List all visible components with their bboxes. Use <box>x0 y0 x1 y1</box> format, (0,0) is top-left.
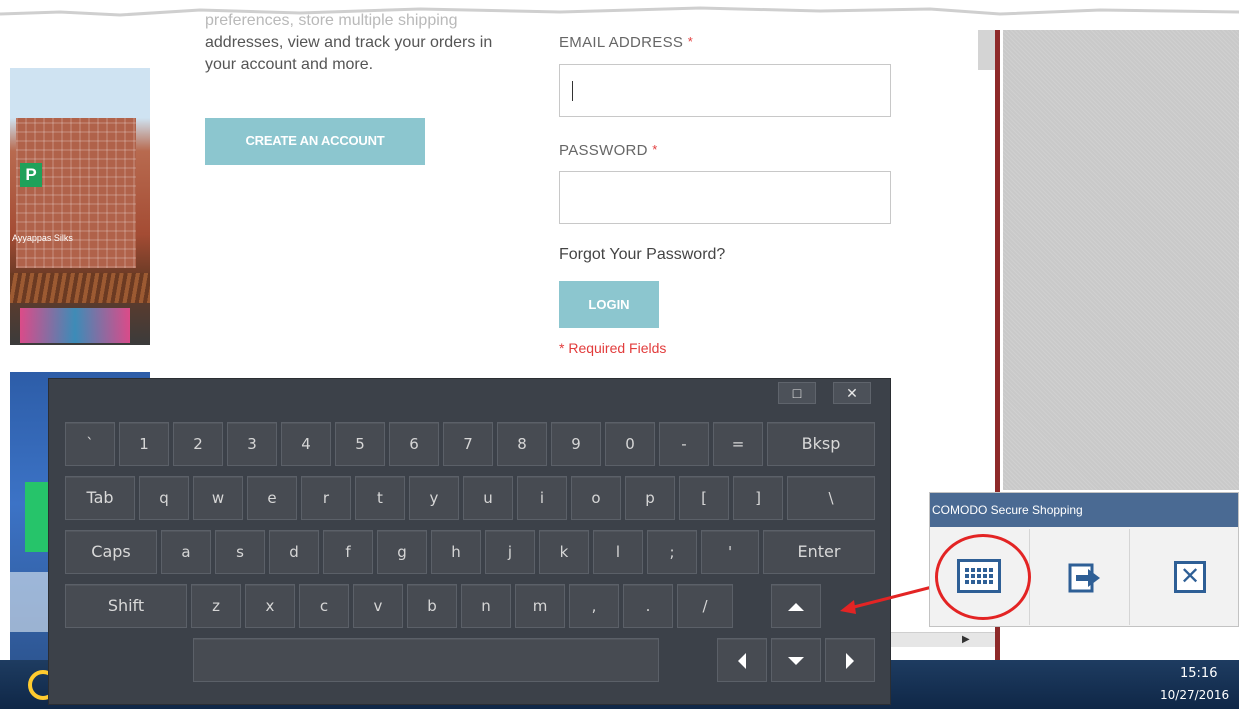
arrow-right-icon <box>846 652 854 669</box>
key-x[interactable]: x <box>245 584 295 628</box>
key-l[interactable]: l <box>593 530 643 574</box>
email-field[interactable] <box>559 64 891 117</box>
key-d[interactable]: d <box>269 530 319 574</box>
keyboard-maximize-button[interactable]: □ <box>778 382 816 404</box>
key-u[interactable]: u <box>463 476 513 520</box>
key-w[interactable]: w <box>193 476 243 520</box>
key-1[interactable]: 1 <box>119 422 169 466</box>
key-i[interactable]: i <box>517 476 567 520</box>
key-comma[interactable]: , <box>569 584 619 628</box>
arrow-left-icon <box>738 652 746 669</box>
storefront <box>20 308 130 343</box>
browser-scrollbar[interactable] <box>978 30 995 70</box>
login-button[interactable]: LOGIN <box>559 281 659 328</box>
key-backtick[interactable]: ` <box>65 422 115 466</box>
key-arrow-down[interactable] <box>771 638 821 682</box>
store-sign: Ayyappas Silks <box>12 233 73 243</box>
key-period[interactable]: . <box>623 584 673 628</box>
key-v[interactable]: v <box>353 584 403 628</box>
key-n[interactable]: n <box>461 584 511 628</box>
sign-out-icon <box>1068 563 1100 593</box>
key-p[interactable]: p <box>625 476 675 520</box>
parking-sign: P <box>20 163 42 187</box>
email-required-mark: * <box>687 34 694 49</box>
key-quote[interactable]: ' <box>701 530 759 574</box>
key-enter[interactable]: Enter <box>763 530 875 574</box>
key-minus[interactable]: - <box>659 422 709 466</box>
key-t[interactable]: t <box>355 476 405 520</box>
forgot-password-link[interactable]: Forgot Your Password? <box>559 246 725 264</box>
key-4[interactable]: 4 <box>281 422 331 466</box>
key-semicolon[interactable]: ; <box>647 530 697 574</box>
key-caps[interactable]: Caps <box>65 530 157 574</box>
desktop-background <box>1003 30 1239 490</box>
key-5[interactable]: 5 <box>335 422 385 466</box>
key-shift[interactable]: Shift <box>65 584 187 628</box>
password-required-mark: * <box>652 142 658 157</box>
building-facade <box>16 118 136 268</box>
key-a[interactable]: a <box>161 530 211 574</box>
key-arrow-right[interactable] <box>825 638 875 682</box>
key-k[interactable]: k <box>539 530 589 574</box>
torn-page-edge <box>0 0 1239 17</box>
required-fields-note: * Required Fields <box>559 340 667 356</box>
key-equals[interactable]: = <box>713 422 763 466</box>
key-left-bracket[interactable]: [ <box>679 476 729 520</box>
highlight-circle <box>935 534 1031 620</box>
key-y[interactable]: y <box>409 476 459 520</box>
key-e[interactable]: e <box>247 476 297 520</box>
scroll-right-icon[interactable]: ▶ <box>962 634 970 645</box>
close-browser-button[interactable]: ✕ <box>1134 529 1230 625</box>
account-intro-text: preferences, store multiple shipping add… <box>205 12 535 76</box>
key-arrow-up[interactable] <box>771 584 821 628</box>
key-r[interactable]: r <box>301 476 351 520</box>
password-label: PASSWORD * <box>559 142 658 159</box>
horizontal-scrollbar[interactable]: ▶ <box>890 632 995 647</box>
password-field[interactable] <box>559 171 891 224</box>
building-roof <box>10 273 150 303</box>
key-g[interactable]: g <box>377 530 427 574</box>
key-z[interactable]: z <box>191 584 241 628</box>
intro-line-2: your account and more. <box>205 56 374 73</box>
key-space[interactable] <box>193 638 659 682</box>
key-arrow-left[interactable] <box>717 638 767 682</box>
intro-faded-line: preferences, store multiple shipping <box>205 12 458 29</box>
key-o[interactable]: o <box>571 476 621 520</box>
key-s[interactable]: s <box>215 530 265 574</box>
sign-out-button[interactable] <box>1034 529 1130 625</box>
email-label: EMAIL ADDRESS * <box>559 34 693 51</box>
key-b[interactable]: b <box>407 584 457 628</box>
key-9[interactable]: 9 <box>551 422 601 466</box>
key-backspace[interactable]: Bksp <box>767 422 875 466</box>
key-3[interactable]: 3 <box>227 422 277 466</box>
key-q[interactable]: q <box>139 476 189 520</box>
clock-time[interactable]: 15:16 <box>1180 666 1217 681</box>
comodo-title: COMODO Secure Shopping <box>930 493 1238 527</box>
key-slash[interactable]: / <box>677 584 733 628</box>
clock-date[interactable]: 10/27/2016 <box>1160 688 1229 702</box>
create-account-button[interactable]: CREATE AN ACCOUNT <box>205 118 425 165</box>
key-8[interactable]: 8 <box>497 422 547 466</box>
password-label-text: PASSWORD <box>559 142 648 159</box>
intro-line-1: addresses, view and track your orders in <box>205 34 493 51</box>
key-right-bracket[interactable]: ] <box>733 476 783 520</box>
arrow-up-icon <box>788 602 804 611</box>
key-m[interactable]: m <box>515 584 565 628</box>
key-f[interactable]: f <box>323 530 373 574</box>
key-0[interactable]: 0 <box>605 422 655 466</box>
key-c[interactable]: c <box>299 584 349 628</box>
key-j[interactable]: j <box>485 530 535 574</box>
key-7[interactable]: 7 <box>443 422 493 466</box>
key-tab[interactable]: Tab <box>65 476 135 520</box>
arrow-down-icon <box>788 656 804 665</box>
email-label-text: EMAIL ADDRESS <box>559 34 684 51</box>
text-caret <box>572 81 573 101</box>
store-building-image: P Ayyappas Silks <box>10 68 150 345</box>
close-icon: ✕ <box>1174 561 1206 593</box>
key-h[interactable]: h <box>431 530 481 574</box>
key-backslash[interactable]: \ <box>787 476 875 520</box>
keyboard-close-button[interactable]: ✕ <box>833 382 871 404</box>
key-6[interactable]: 6 <box>389 422 439 466</box>
key-2[interactable]: 2 <box>173 422 223 466</box>
